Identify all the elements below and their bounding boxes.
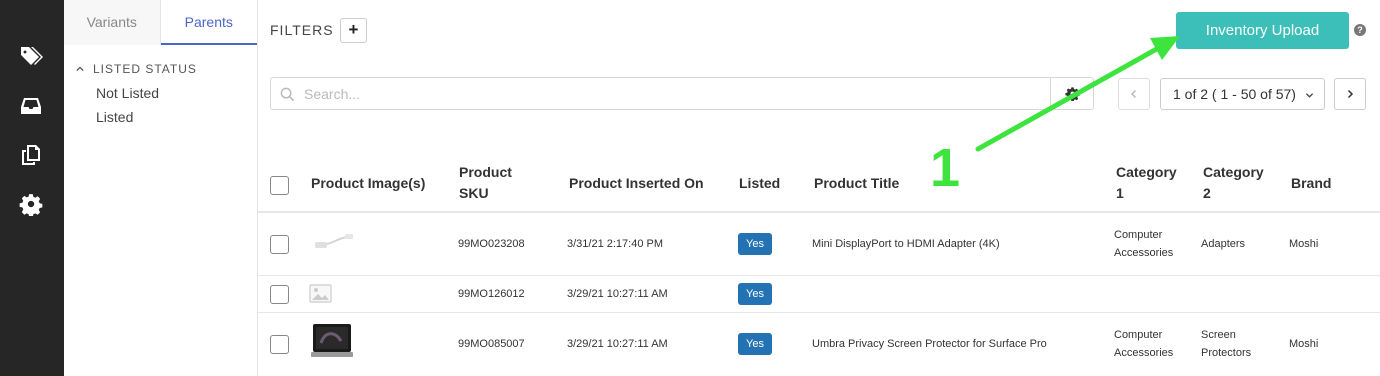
column-header-listed[interactable]: Listed xyxy=(739,173,780,194)
product-title: Mini DisplayPort to HDMI Adapter (4K) xyxy=(812,238,1000,250)
search-box xyxy=(270,77,1050,110)
row-checkbox[interactable] xyxy=(270,285,289,304)
products-table: Product Image(s) Product SKU Product Ins… xyxy=(258,155,1380,376)
brand: Moshi xyxy=(1289,338,1319,350)
category-1: Computer Accessories xyxy=(1114,226,1173,262)
previous-page-button[interactable] xyxy=(1118,78,1150,110)
copy-documents-icon[interactable] xyxy=(17,141,45,169)
page-summary: 1 of 2 ( 1 - 50 of 57) xyxy=(1173,86,1296,102)
category-2: Screen Protectors xyxy=(1201,326,1251,362)
adapter-thumbnail[interactable] xyxy=(311,232,355,252)
icon-rail xyxy=(0,0,64,376)
next-page-button[interactable] xyxy=(1334,78,1366,110)
search-settings-button[interactable] xyxy=(1050,77,1094,110)
table-row[interactable]: 99MO023208 3/31/21 2:17:40 PM Yes Mini D… xyxy=(258,213,1380,276)
table-header: Product Image(s) Product SKU Product Ins… xyxy=(258,155,1380,213)
column-header-category-2[interactable]: Category 2 xyxy=(1203,162,1264,204)
inserted-date: 3/31/21 2:17:40 PM xyxy=(567,238,664,250)
filters-label: FILTERS xyxy=(270,22,334,38)
page-select[interactable]: 1 of 2 ( 1 - 50 of 57) xyxy=(1160,78,1325,110)
filter-group-title: LISTED STATUS xyxy=(93,62,197,76)
search-input[interactable] xyxy=(304,78,1044,109)
filter-panel: Variants Parents LISTED STATUS Not Liste… xyxy=(64,0,258,376)
category-1-line2: Accessories xyxy=(1114,347,1174,359)
search-icon xyxy=(280,87,295,102)
add-filter-button[interactable]: + xyxy=(340,18,367,43)
category-1-line2: Accessories xyxy=(1114,247,1174,259)
inventory-upload-button[interactable]: Inventory Upload xyxy=(1176,12,1349,49)
row-checkbox[interactable] xyxy=(270,335,289,354)
inserted-date: 3/29/21 10:27:11 AM xyxy=(567,288,668,300)
column-header-category-1-line2: 1 xyxy=(1116,185,1124,201)
sku: 99MO126012 xyxy=(458,288,525,300)
gear-icon xyxy=(1064,87,1080,101)
inserted-date: 3/29/21 10:27:11 AM xyxy=(567,338,668,350)
column-header-sku[interactable]: Product SKU xyxy=(459,162,512,204)
table-row[interactable]: 99MO126012 3/29/21 10:27:11 AM Yes xyxy=(258,276,1380,313)
column-header-image[interactable]: Product Image(s) xyxy=(311,173,425,194)
tab-variants[interactable]: Variants xyxy=(64,0,161,45)
chevron-down-icon xyxy=(1305,93,1314,98)
column-header-sku-line1: Product xyxy=(459,164,512,180)
select-all-checkbox[interactable] xyxy=(270,176,289,195)
listed-status-toggle[interactable]: LISTED STATUS xyxy=(76,61,252,77)
laptop-screen-thumbnail[interactable] xyxy=(311,323,353,359)
sku: 99MO085007 xyxy=(458,338,525,350)
table-row[interactable]: 99MO085007 3/29/21 10:27:11 AM Yes Umbra… xyxy=(258,313,1380,376)
inbox-icon[interactable] xyxy=(17,92,45,120)
column-header-title[interactable]: Product Title xyxy=(814,173,899,194)
chevron-left-icon xyxy=(1130,89,1137,99)
category-2-line2: Protectors xyxy=(1201,347,1252,359)
column-header-category-1-line1: Category xyxy=(1116,164,1177,180)
category-1-line1: Computer xyxy=(1114,329,1163,341)
column-header-category-2-line1: Category xyxy=(1203,164,1264,180)
category-1: Computer Accessories xyxy=(1114,326,1173,362)
category-2-line1: Adapters xyxy=(1201,238,1246,250)
image-placeholder-icon[interactable] xyxy=(309,284,332,303)
column-header-brand[interactable]: Brand xyxy=(1291,173,1331,194)
annotation-number: 1 xyxy=(930,138,961,198)
category-2: Adapters xyxy=(1201,235,1245,253)
view-tabs: Variants Parents xyxy=(64,0,257,45)
category-1-line1: Computer xyxy=(1114,229,1163,241)
chevron-up-icon xyxy=(76,66,84,72)
listed-badge: Yes xyxy=(738,233,772,255)
tab-parents[interactable]: Parents xyxy=(160,0,257,45)
brand: Moshi xyxy=(1289,238,1319,250)
column-header-category-2-line2: 2 xyxy=(1203,185,1211,201)
category-2-line1: Screen xyxy=(1201,329,1236,341)
tags-icon[interactable] xyxy=(17,42,45,70)
main-content: FILTERS + Inventory Upload ? 1 of 2 ( 1 … xyxy=(258,0,1380,376)
column-header-category-1[interactable]: Category 1 xyxy=(1116,162,1177,204)
listed-badge: Yes xyxy=(738,283,772,305)
filter-option-not-listed[interactable]: Not Listed xyxy=(96,81,252,105)
chevron-right-icon xyxy=(1347,89,1354,99)
column-header-sku-line2: SKU xyxy=(459,185,489,201)
help-icon[interactable]: ? xyxy=(1354,24,1366,36)
column-header-inserted[interactable]: Product Inserted On xyxy=(569,173,704,194)
row-checkbox[interactable] xyxy=(270,235,289,254)
listed-badge: Yes xyxy=(738,333,772,355)
sku: 99MO023208 xyxy=(458,238,525,250)
listed-status-filter: LISTED STATUS Not Listed Listed xyxy=(76,61,252,129)
gear-icon[interactable] xyxy=(17,190,45,218)
product-title: Umbra Privacy Screen Protector for Surfa… xyxy=(812,338,1047,350)
filter-option-listed[interactable]: Listed xyxy=(96,105,252,129)
